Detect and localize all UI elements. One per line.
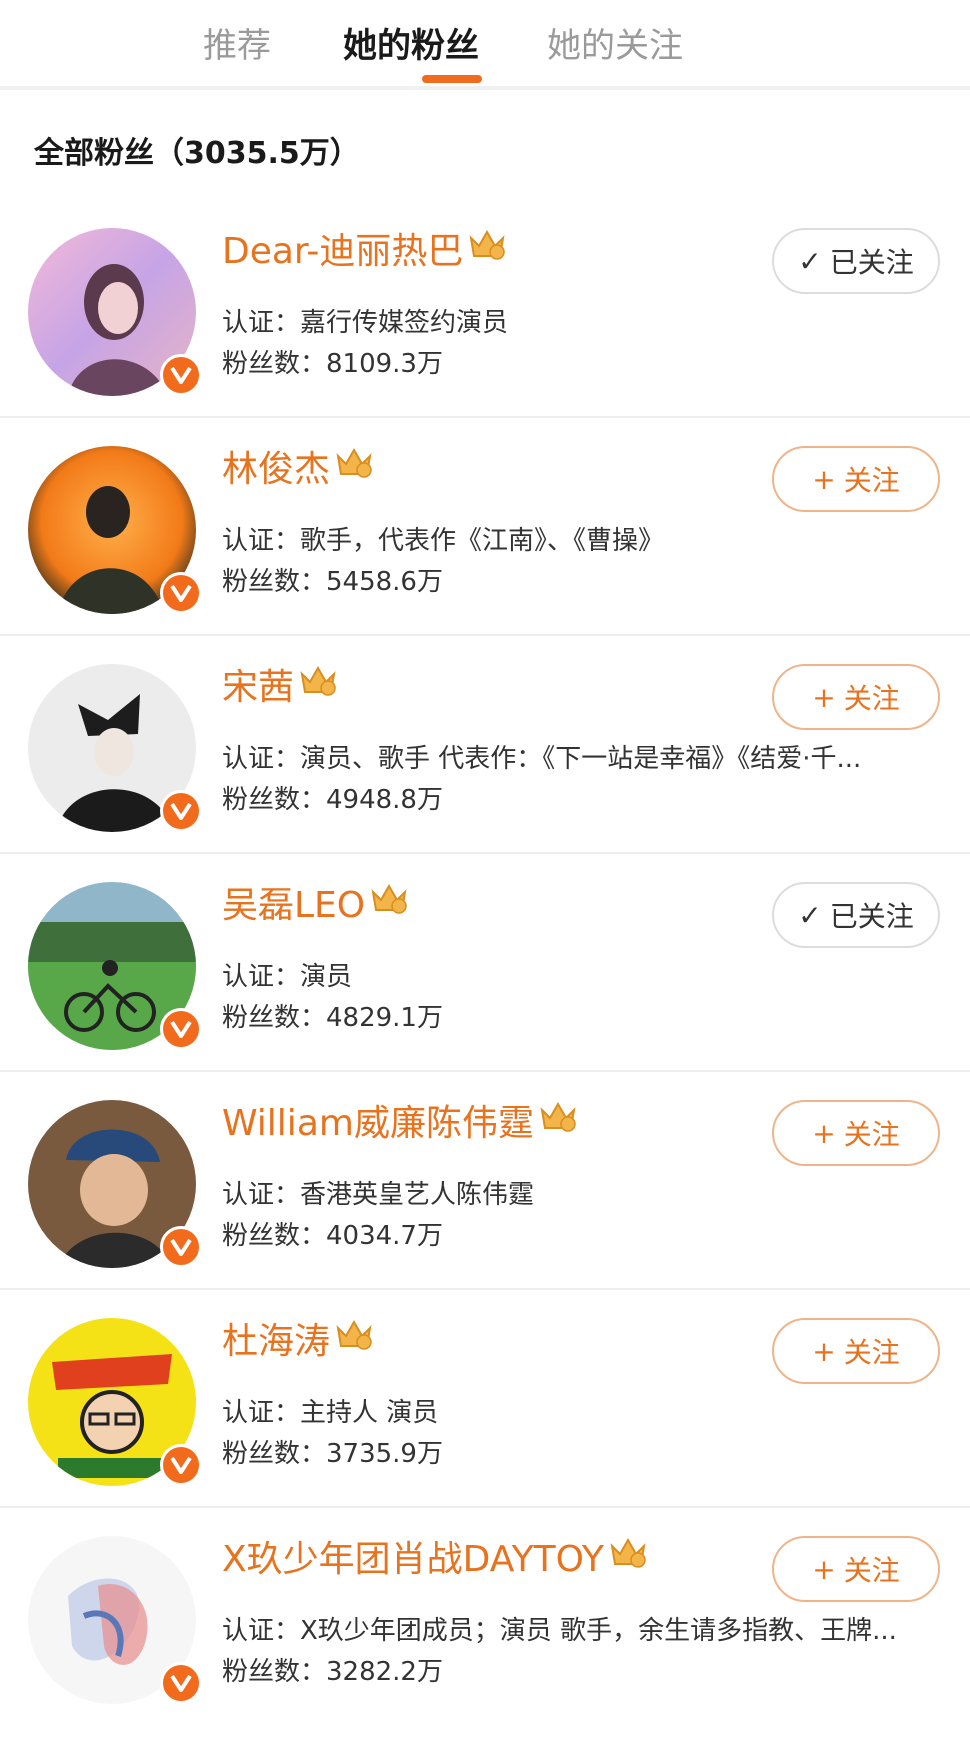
follow-button[interactable]: + 关注	[772, 446, 940, 512]
avatar[interactable]	[28, 1536, 202, 1704]
checkmark-icon: ✓	[798, 244, 822, 278]
verified-badge-icon	[160, 790, 202, 832]
verified-badge-icon	[160, 1662, 202, 1704]
crown-badge-icon	[538, 1100, 578, 1141]
list-item[interactable]: Dear-迪丽热巴 认证：嘉行传媒签约演员 粉丝数：8109.3万 ✓ 已关注	[0, 200, 970, 418]
fan-list: Dear-迪丽热巴 认证：嘉行传媒签约演员 粉丝数：8109.3万 ✓ 已关注	[0, 200, 970, 1726]
crown-badge-icon	[608, 1536, 648, 1577]
plus-icon: +	[812, 1552, 836, 1586]
verified-badge-icon	[160, 1444, 202, 1486]
tab-her-fans[interactable]: 她的粉丝	[343, 18, 479, 67]
fans-count: 粉丝数：4034.7万	[222, 1221, 443, 1251]
fan-name[interactable]: 宋茜	[222, 658, 338, 710]
follow-button[interactable]: + 关注	[772, 1536, 940, 1602]
list-item[interactable]: 吴磊LEO 认证：演员 粉丝数：4829.1万 ✓ 已关注	[0, 854, 970, 1072]
certification-text: 认证：主持人 演员	[222, 1398, 439, 1428]
fans-count: 粉丝数：4829.1万	[222, 1003, 443, 1033]
verified-badge-icon	[160, 572, 202, 614]
plus-icon: +	[812, 1334, 836, 1368]
avatar[interactable]	[28, 228, 202, 396]
certification-text: 认证：歌手，代表作《江南》、《曹操》	[222, 526, 665, 556]
followed-button[interactable]: ✓ 已关注	[772, 882, 940, 948]
tab-bar: 推荐 她的粉丝 她的关注	[0, 0, 970, 90]
fan-name[interactable]: Dear-迪丽热巴	[222, 222, 507, 274]
fan-name[interactable]: X玖少年团肖战DAYTOY	[222, 1530, 648, 1582]
checkmark-icon: ✓	[798, 898, 822, 932]
crown-badge-icon	[467, 228, 507, 269]
follow-button[interactable]: + 关注	[772, 1100, 940, 1166]
tab-her-following[interactable]: 她的关注	[547, 18, 683, 67]
list-item[interactable]: 杜海涛 认证：主持人 演员 粉丝数：3735.9万 + 关注	[0, 1290, 970, 1508]
verified-badge-icon	[160, 354, 202, 396]
list-item[interactable]: X玖少年团肖战DAYTOY 认证：X玖少年团成员；演员 歌手，余生请多指教、王牌…	[0, 1508, 970, 1726]
fans-count: 粉丝数：5458.6万	[222, 567, 443, 597]
list-item[interactable]: 林俊杰 认证：歌手，代表作《江南》、《曹操》 粉丝数：5458.6万 + 关注	[0, 418, 970, 636]
crown-badge-icon	[298, 664, 338, 705]
fan-name[interactable]: 吴磊LEO	[222, 876, 409, 928]
certification-text: 认证：香港英皇艺人陈伟霆	[222, 1180, 535, 1210]
follow-button[interactable]: + 关注	[772, 664, 940, 730]
plus-icon: +	[812, 462, 836, 496]
fans-count: 粉丝数：3735.9万	[222, 1439, 443, 1469]
avatar[interactable]	[28, 664, 202, 832]
certification-text: 认证：嘉行传媒签约演员	[222, 308, 509, 338]
fans-count: 粉丝数：3282.2万	[222, 1657, 443, 1687]
plus-icon: +	[812, 680, 836, 714]
fan-name[interactable]: 林俊杰	[222, 440, 374, 492]
avatar[interactable]	[28, 446, 202, 614]
avatar[interactable]	[28, 1318, 202, 1486]
avatar[interactable]	[28, 1100, 202, 1268]
avatar[interactable]	[28, 882, 202, 1050]
follow-button[interactable]: + 关注	[772, 1318, 940, 1384]
fan-name[interactable]: 杜海涛	[222, 1312, 374, 1364]
list-item[interactable]: William威廉陈伟霆 认证：香港英皇艺人陈伟霆 粉丝数：4034.7万 + …	[0, 1072, 970, 1290]
crown-badge-icon	[369, 882, 409, 923]
section-title: 全部粉丝（3035.5万）	[34, 136, 360, 171]
fan-name[interactable]: William威廉陈伟霆	[222, 1094, 578, 1146]
plus-icon: +	[812, 1116, 836, 1150]
fans-count: 粉丝数：4948.8万	[222, 785, 443, 815]
crown-badge-icon	[334, 446, 374, 487]
active-tab-indicator	[422, 75, 482, 83]
crown-badge-icon	[334, 1318, 374, 1359]
followed-button[interactable]: ✓ 已关注	[772, 228, 940, 294]
certification-text: 认证：演员、歌手 代表作：《下一站是幸福》《结爱·千...	[222, 744, 862, 774]
certification-text: 认证：X玖少年团成员；演员 歌手，余生请多指教、王牌...	[222, 1616, 897, 1646]
certification-text: 认证：演员	[222, 962, 353, 992]
list-item[interactable]: 宋茜 认证：演员、歌手 代表作：《下一站是幸福》《结爱·千... 粉丝数：494…	[0, 636, 970, 854]
verified-badge-icon	[160, 1008, 202, 1050]
tab-recommend[interactable]: 推荐	[203, 18, 271, 67]
fans-count: 粉丝数：8109.3万	[222, 349, 443, 379]
verified-badge-icon	[160, 1226, 202, 1268]
